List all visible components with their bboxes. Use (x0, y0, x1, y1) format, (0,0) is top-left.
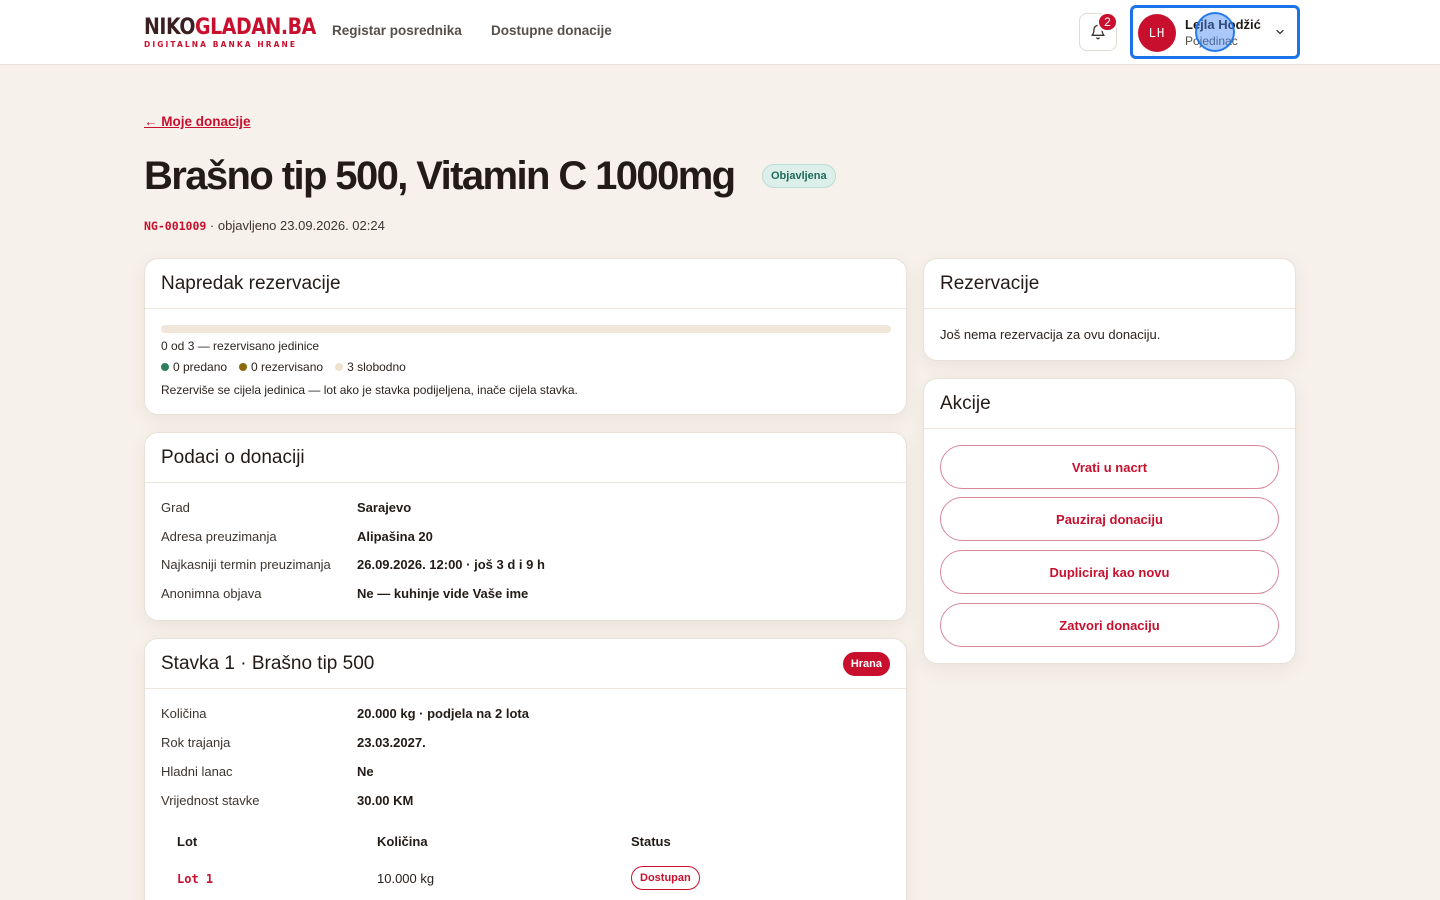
user-role: Pojedinac (1185, 34, 1238, 48)
item-value-value: 30.00 KM (357, 793, 414, 808)
duplicate-donation-button[interactable]: Dupliciraj kao novu (940, 550, 1279, 594)
logo-wordmark: NIKOGLADAN.BA (144, 15, 316, 40)
card-title: Podaci o donaciji (161, 446, 305, 468)
logo-tagline: DIGITALNA BANKA HRANE (144, 40, 298, 49)
detail-label: Najkasniji termin preuzimanja (161, 557, 331, 572)
back-to-my-donations-link[interactable]: ← Moje donacije (144, 114, 251, 129)
revert-to-draft-button[interactable]: Vrati u nacrt (940, 445, 1279, 489)
card-title: Stavka 1 · Brašno tip 500 (161, 652, 375, 674)
card-header: Podaci o donaciji (145, 433, 906, 483)
reservation-progress-card: Napredak rezervacije 0 od 3 — rezervisan… (144, 258, 907, 415)
detail-value-address: Alipašina 20 (357, 529, 433, 544)
notifications-count-badge: 2 (1097, 12, 1118, 32)
lot-quantity: 10.000 kg (377, 871, 435, 886)
detail-label: Anonimna objava (161, 586, 262, 601)
table-header-lot: Lot (177, 834, 198, 849)
user-name: Lejla Hodžić (1185, 17, 1261, 32)
empty-reservations-text: Još nema rezervacija za ovu donaciju. (940, 327, 1161, 342)
page-title: Brašno tip 500, Vitamin C 1000mg (144, 154, 736, 198)
legend-delivered: 0 predano (161, 360, 227, 374)
legend-dot (239, 363, 248, 371)
item-label: Hladni lanac (161, 764, 233, 779)
detail-value-anonymous: Ne — kuhinje vide Vaše ime (357, 586, 529, 601)
card-title: Akcije (940, 392, 991, 414)
top-navigation-bar: NIKOGLADAN.BA DIGITALNA BANKA HRANE Regi… (0, 0, 1440, 65)
item-value-quantity: 20.000 kg · podjela na 2 lota (357, 706, 529, 721)
lot-code: Lot 1 (177, 872, 214, 886)
detail-value-city: Sarajevo (357, 500, 412, 515)
donation-meta: NG-001009 · objavljeno 23.09.2026. 02:24 (144, 218, 385, 233)
nav-link-registar-posrednika[interactable]: Registar posrednika (332, 23, 462, 38)
legend-dot (161, 363, 169, 371)
status-badge: Objavljena (762, 164, 836, 188)
nav-link-dostupne-donacije[interactable]: Dostupne donacije (491, 23, 612, 38)
card-title: Napredak rezervacije (161, 272, 341, 294)
progress-summary: 0 od 3 — rezervisano jedinice (161, 339, 320, 353)
actions-card: Akcije Vrati u nacrt Pauziraj donaciju D… (923, 378, 1296, 664)
card-title: Rezervacije (940, 272, 1040, 294)
chevron-down-icon (1276, 29, 1284, 35)
close-donation-button[interactable]: Zatvori donaciju (940, 603, 1279, 647)
item-label: Rok trajanja (161, 735, 231, 750)
legend-reserved: 0 rezervisano (239, 360, 323, 374)
detail-value-pickup-deadline: 26.09.2026. 12:00 · još 3 d i 9 h (357, 557, 545, 572)
card-header: Akcije (924, 379, 1295, 429)
pause-donation-button[interactable]: Pauziraj donaciju (940, 497, 1279, 541)
reservations-card: Rezervacije Još nema rezervacija za ovu … (923, 258, 1296, 361)
item-value-cold-chain: Ne (357, 764, 374, 779)
card-header: Napredak rezervacije (145, 259, 906, 309)
avatar: LH (1138, 14, 1176, 52)
item-value-expiry: 23.03.2027. (357, 735, 426, 750)
donation-code: NG-001009 (144, 219, 207, 233)
legend-free: 3 slobodno (335, 360, 406, 374)
detail-label: Adresa preuzimanja (161, 529, 277, 544)
site-logo[interactable]: NIKOGLADAN.BA DIGITALNA BANKA HRANE (144, 15, 344, 50)
item-card: Stavka 1 · Brašno tip 500 Hrana Količina… (144, 638, 907, 900)
card-header: Rezervacije (924, 259, 1295, 309)
category-badge: Hrana (842, 651, 890, 676)
item-label: Vrijednost stavke (161, 793, 260, 808)
table-header-status: Status (631, 834, 671, 849)
table-header-quantity: Količina (377, 834, 428, 849)
card-header: Stavka 1 · Brašno tip 500 Hrana (145, 639, 906, 689)
donation-details-card: Podaci o donaciji Grad Sarajevo Adresa p… (144, 432, 907, 621)
reservation-progress-bar (161, 325, 891, 333)
item-label: Količina (161, 706, 207, 721)
user-menu-button[interactable]: LH Lejla Hodžić Pojedinac (1130, 5, 1300, 59)
published-date: · objavljeno 23.09.2026. 02:24 (206, 218, 385, 233)
detail-label: Grad (161, 500, 190, 515)
lot-status-badge: Dostupan (631, 866, 700, 890)
progress-note: Rezerviše se cijela jedinica — lot ako j… (161, 383, 578, 397)
legend-dot (335, 363, 344, 371)
progress-legend: 0 predano 0 rezervisano 3 slobodno (161, 360, 406, 374)
